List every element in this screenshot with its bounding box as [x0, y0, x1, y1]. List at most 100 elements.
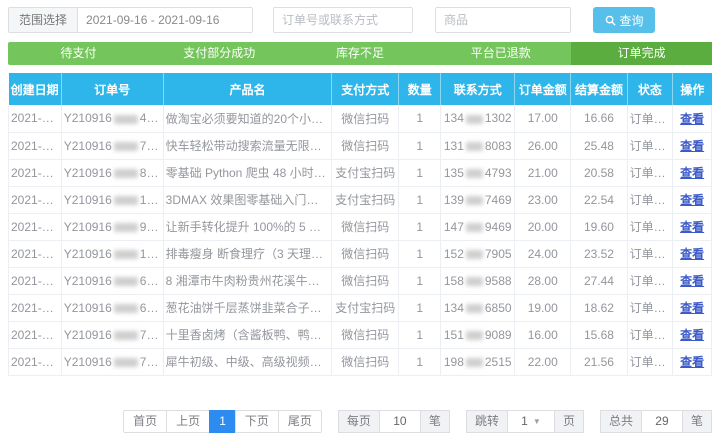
- cell-contact: 1479469: [441, 213, 515, 240]
- table-row: 2021-09-16 Y2109166805 8 湘潭市牛肉粉贵州花溪牛肉粉桂林…: [9, 267, 712, 294]
- redacted-blur: [114, 142, 138, 151]
- cell-quantity: 1: [399, 213, 441, 240]
- cell-product-name: 犀牛初级、中级、高级视频教程 犀牛教程: [163, 348, 332, 375]
- cell-quantity: 1: [399, 321, 441, 348]
- cell-settle-amount: 22.54: [571, 186, 627, 213]
- jump-page-select[interactable]: 1 ▼: [508, 410, 554, 433]
- cell-create-date: 2021-09-16: [9, 294, 62, 321]
- cell-product-name: 排毒瘦身 断食理疗（3 天理论视频+6 天跟练音频）: [163, 240, 332, 267]
- cell-order-no: Y2109161786: [61, 186, 163, 213]
- redacted-blur: [466, 115, 483, 124]
- table-row: 2021-09-16 Y2109168141 零基础 Python 爬虫 48 …: [9, 159, 712, 186]
- cell-product-name: 快车轻松带动搜索流量无限爆发_荷塘月色论坛: [163, 132, 332, 159]
- cell-quantity: 1: [399, 267, 441, 294]
- jump-unit: 页: [554, 410, 584, 433]
- cell-settle-amount: 27.44: [571, 267, 627, 294]
- cell-quantity: 1: [399, 240, 441, 267]
- view-link[interactable]: 查看: [680, 166, 704, 180]
- cell-contact: 1397469: [441, 186, 515, 213]
- cell-contact: 1589588: [441, 267, 515, 294]
- cell-status: 订单完成: [627, 105, 673, 132]
- cell-payment-method: 微信扫码: [332, 267, 399, 294]
- redacted-blur: [466, 304, 483, 313]
- cell-action: 查看: [673, 240, 712, 267]
- filter-bar: 范围选择 查询: [0, 0, 720, 38]
- cell-payment-method: 支付宝扫码: [332, 294, 399, 321]
- order-table-body: 2021-09-16 Y2109164408 做淘宝必须要知道的20个小技巧_卖…: [9, 105, 712, 375]
- view-link[interactable]: 查看: [680, 220, 704, 234]
- cell-product-name: 3DMAX 效果图零基础入门到精通: [163, 186, 332, 213]
- cell-product-name: 做淘宝必须要知道的20个小技巧_卖家运营电商论坛: [163, 105, 332, 132]
- pagination-bar: 首页 上页 1 下页 尾页 每页 笔 跳转 1 ▼ 页 总共 29 笔: [0, 410, 712, 433]
- view-link[interactable]: 查看: [680, 301, 704, 315]
- cell-contact: 1318083: [441, 132, 515, 159]
- redacted-blur: [114, 331, 138, 340]
- cell-create-date: 2021-09-16: [9, 105, 62, 132]
- cell-action: 查看: [673, 321, 712, 348]
- date-range-input[interactable]: [77, 7, 253, 33]
- tab-pending-payment[interactable]: 待支付: [8, 42, 149, 65]
- redacted-blur: [466, 169, 483, 178]
- first-page-button[interactable]: 首页: [123, 410, 167, 433]
- search-button[interactable]: 查询: [593, 7, 655, 33]
- cell-action: 查看: [673, 348, 712, 375]
- cell-order-no: Y2109167677: [61, 132, 163, 159]
- next-page-button[interactable]: 下页: [235, 410, 279, 433]
- per-page-input[interactable]: [380, 410, 420, 433]
- table-row: 2021-09-16 Y2109167258 十里香卤烤（含酱板鸭、鸭翅、鸭脖）…: [9, 321, 712, 348]
- status-tab-bar: 待支付 支付部分成功 库存不足 平台已退款 订单完成: [8, 42, 712, 65]
- search-icon: [605, 15, 616, 26]
- jump-label: 跳转: [466, 410, 508, 433]
- cell-order-no: Y2109169929: [61, 213, 163, 240]
- cell-order-amount: 23.00: [515, 186, 571, 213]
- cell-product-name: 十里香卤烤（含酱板鸭、鸭翅、鸭脖）小吃技术配方: [163, 321, 332, 348]
- prev-page-button[interactable]: 上页: [166, 410, 210, 433]
- view-link[interactable]: 查看: [680, 355, 704, 369]
- tab-order-complete[interactable]: 订单完成: [571, 42, 712, 65]
- table-row: 2021-09-16 Y2109167681 犀牛初级、中级、高级视频教程 犀牛…: [9, 348, 712, 375]
- current-page-button[interactable]: 1: [209, 410, 236, 433]
- cell-status: 订单完成: [627, 294, 673, 321]
- product-input[interactable]: [435, 7, 571, 33]
- cell-quantity: 1: [399, 186, 441, 213]
- cell-contact: 1346850: [441, 294, 515, 321]
- order-or-contact-input[interactable]: [273, 7, 413, 33]
- tab-out-of-stock[interactable]: 库存不足: [290, 42, 431, 65]
- table-header-row: 创建日期 订单号 产品名 支付方式 数量 联系方式 订单金额 结算金额 状态 操…: [9, 73, 712, 105]
- cell-create-date: 2021-09-16: [9, 348, 62, 375]
- view-link[interactable]: 查看: [680, 139, 704, 153]
- orders-table: 创建日期 订单号 产品名 支付方式 数量 联系方式 订单金额 结算金额 状态 操…: [8, 73, 712, 376]
- cell-contact: 1341302: [441, 105, 515, 132]
- cell-status: 订单完成: [627, 240, 673, 267]
- redacted-blur: [466, 358, 483, 367]
- cell-settle-amount: 19.60: [571, 213, 627, 240]
- cell-settle-amount: 21.56: [571, 348, 627, 375]
- view-link[interactable]: 查看: [680, 247, 704, 261]
- last-page-button[interactable]: 尾页: [278, 410, 322, 433]
- cell-order-amount: 17.00: [515, 105, 571, 132]
- view-link[interactable]: 查看: [680, 193, 704, 207]
- cell-quantity: 1: [399, 294, 441, 321]
- cell-order-amount: 20.00: [515, 213, 571, 240]
- cell-product-name: 零基础 Python 爬虫 48 小时速成课: [163, 159, 332, 186]
- cell-status: 订单完成: [627, 213, 673, 240]
- view-link[interactable]: 查看: [680, 112, 704, 126]
- cell-status: 订单完成: [627, 321, 673, 348]
- cell-order-amount: 24.00: [515, 240, 571, 267]
- tab-partial-payment-success[interactable]: 支付部分成功: [149, 42, 290, 65]
- cell-order-amount: 26.00: [515, 132, 571, 159]
- view-link[interactable]: 查看: [680, 274, 704, 288]
- page-nav-group: 首页 上页 1 下页 尾页: [123, 410, 322, 433]
- redacted-blur: [466, 142, 483, 151]
- view-link[interactable]: 查看: [680, 328, 704, 342]
- cell-order-amount: 28.00: [515, 267, 571, 294]
- cell-contact: 1519089: [441, 321, 515, 348]
- cell-create-date: 2021-09-16: [9, 267, 62, 294]
- cell-action: 查看: [673, 186, 712, 213]
- cell-quantity: 1: [399, 348, 441, 375]
- cell-payment-method: 微信扫码: [332, 321, 399, 348]
- cell-settle-amount: 25.48: [571, 132, 627, 159]
- col-header-payment-method: 支付方式: [332, 73, 399, 105]
- tab-platform-refunded[interactable]: 平台已退款: [430, 42, 571, 65]
- col-header-order-no: 订单号: [61, 73, 163, 105]
